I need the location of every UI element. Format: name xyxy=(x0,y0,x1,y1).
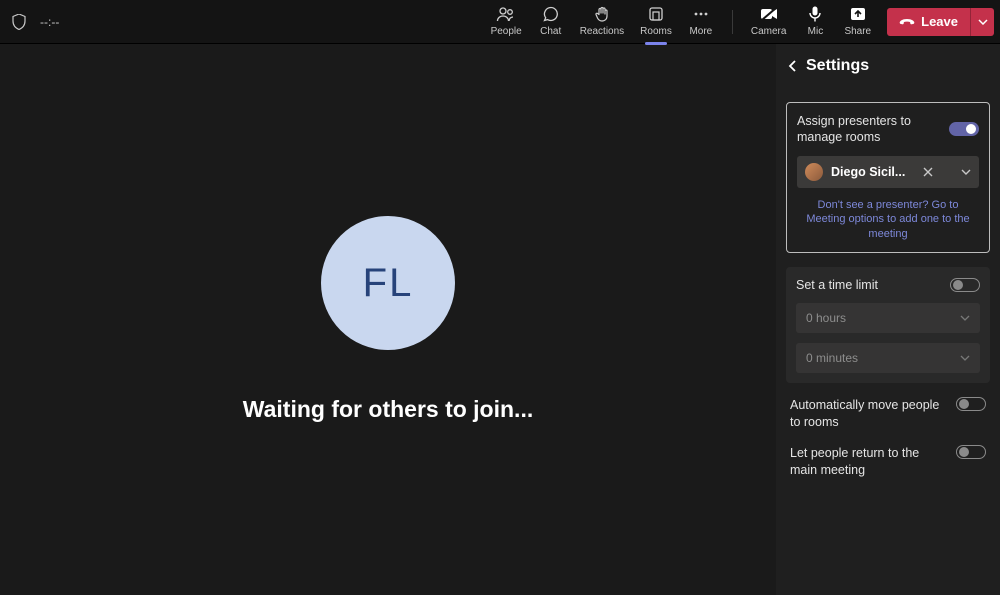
toolbar-separator xyxy=(732,10,733,34)
rooms-button[interactable]: Rooms xyxy=(632,0,680,44)
panel-title: Settings xyxy=(806,57,869,75)
settings-panel: Settings Assign presenters to manage roo… xyxy=(776,44,1000,595)
share-icon xyxy=(850,6,866,22)
return-main-toggle[interactable] xyxy=(956,445,986,459)
return-main-row: Let people return to the main meeting xyxy=(786,445,990,479)
meeting-stage: FL Waiting for others to join... xyxy=(0,44,776,595)
time-limit-card: Set a time limit 0 hours 0 minutes xyxy=(786,267,990,383)
chevron-down-icon xyxy=(960,315,970,321)
ellipsis-icon xyxy=(693,6,709,22)
meeting-timer: --:-- xyxy=(40,15,59,29)
leave-button[interactable]: Leave xyxy=(887,8,970,36)
presenter-hint-link[interactable]: Don't see a presenter? Go to Meeting opt… xyxy=(797,198,979,243)
camera-off-icon xyxy=(760,6,778,22)
top-bar: --:-- People Chat Reactions Rooms xyxy=(0,0,1000,44)
meeting-toolbar: People Chat Reactions Rooms More xyxy=(483,0,880,44)
mic-button[interactable]: Mic xyxy=(794,0,836,44)
expand-presenter-icon[interactable] xyxy=(961,169,971,175)
chevron-down-icon xyxy=(978,19,988,25)
hangup-icon xyxy=(899,17,915,27)
back-icon[interactable] xyxy=(788,59,798,73)
waiting-message: Waiting for others to join... xyxy=(243,396,533,423)
chevron-down-icon xyxy=(960,355,970,361)
leave-label: Leave xyxy=(921,14,958,29)
mic-icon xyxy=(808,6,822,22)
share-button[interactable]: Share xyxy=(836,0,879,44)
hand-icon xyxy=(594,6,610,22)
minutes-select[interactable]: 0 minutes xyxy=(796,343,980,373)
assign-presenters-label: Assign presenters to manage rooms xyxy=(797,113,941,146)
auto-move-toggle[interactable] xyxy=(956,397,986,411)
people-button[interactable]: People xyxy=(483,0,530,44)
top-bar-left: --:-- xyxy=(6,14,59,30)
leave-options-button[interactable] xyxy=(970,8,994,36)
panel-header: Settings xyxy=(786,44,990,88)
chat-button[interactable]: Chat xyxy=(530,0,572,44)
presenter-name: Diego Sicil... xyxy=(831,165,915,179)
reactions-button[interactable]: Reactions xyxy=(572,0,632,44)
auto-move-row: Automatically move people to rooms xyxy=(786,397,990,431)
return-main-label: Let people return to the main meeting xyxy=(790,445,944,479)
time-limit-label: Set a time limit xyxy=(796,277,942,293)
avatar: FL xyxy=(321,216,455,350)
avatar-initials: FL xyxy=(363,261,414,306)
assign-presenters-card: Assign presenters to manage rooms Diego … xyxy=(786,102,990,253)
presenter-chip[interactable]: Diego Sicil... xyxy=(797,156,979,188)
chat-icon xyxy=(543,6,559,22)
camera-button[interactable]: Camera xyxy=(743,0,795,44)
more-button[interactable]: More xyxy=(680,0,722,44)
time-limit-toggle[interactable] xyxy=(950,278,980,292)
rooms-icon xyxy=(648,6,664,22)
remove-presenter-icon[interactable] xyxy=(923,167,933,177)
auto-move-label: Automatically move people to rooms xyxy=(790,397,944,431)
assign-presenters-toggle[interactable] xyxy=(949,122,979,136)
shield-icon[interactable] xyxy=(12,14,26,30)
leave-group: Leave xyxy=(887,8,994,36)
people-icon xyxy=(496,6,516,22)
hours-select[interactable]: 0 hours xyxy=(796,303,980,333)
presenter-avatar xyxy=(805,163,823,181)
